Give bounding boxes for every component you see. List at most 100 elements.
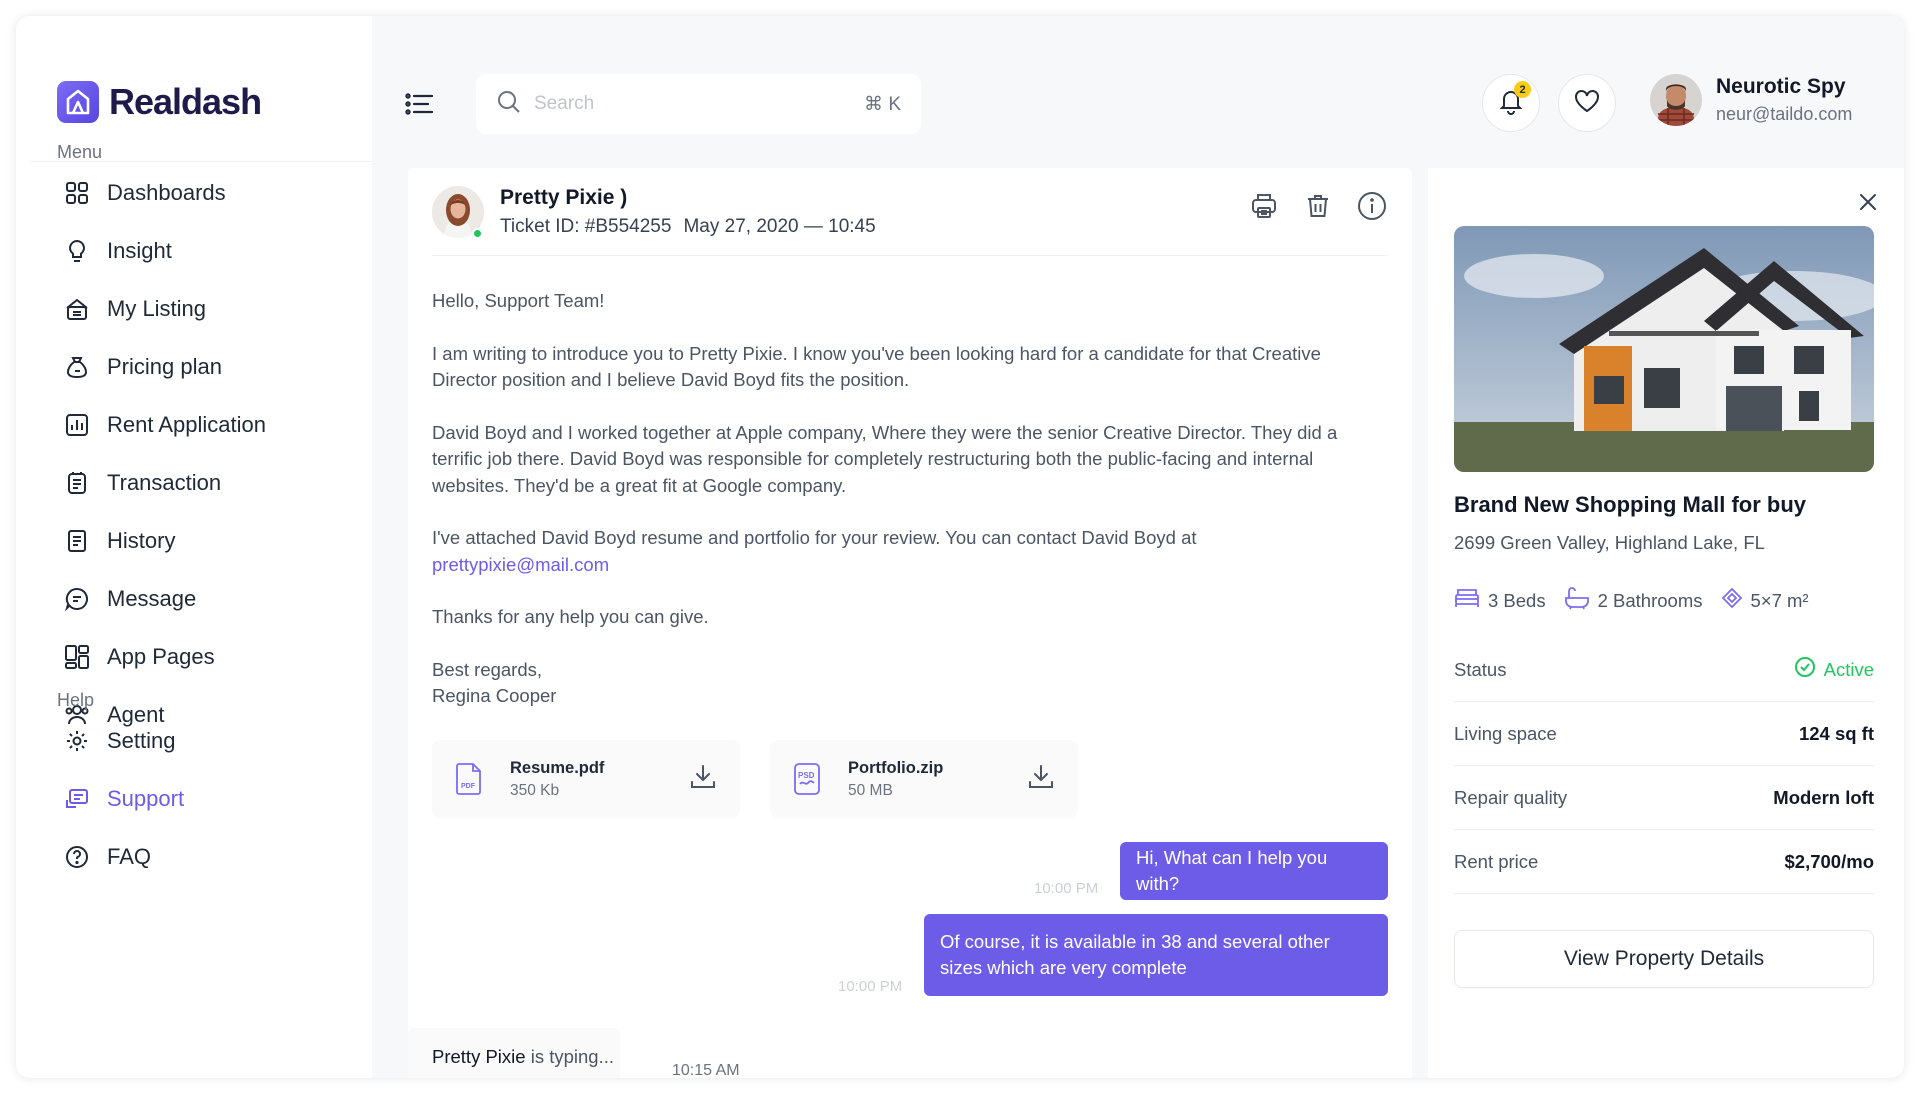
layout-icon — [63, 643, 91, 671]
sidebar-item-label: Setting — [107, 728, 176, 753]
sidebar-item-rent-application[interactable]: Rent Application — [57, 396, 357, 454]
beds-label: 3 Beds — [1488, 589, 1546, 611]
sidebar-item-pricing-plan[interactable]: Pricing plan — [57, 338, 357, 396]
detail-row-repair-quality: Repair quality Modern loft — [1454, 766, 1874, 830]
email-greeting: Hello, Support Team! — [432, 290, 605, 311]
sidebar-item-my-listing[interactable]: My Listing — [57, 280, 357, 338]
contact-email-link[interactable]: prettypixie@mail.com — [432, 554, 609, 575]
info-button[interactable] — [1356, 190, 1388, 227]
attachment-item[interactable]: PDF Resume.pdf 350 Kb — [432, 740, 740, 818]
sidebar-item-label: FAQ — [107, 844, 152, 869]
sidebar-item-label: App Pages — [107, 644, 215, 669]
search-icon — [496, 89, 522, 120]
document-icon — [63, 527, 91, 555]
pdf-file-icon: PDF — [454, 762, 484, 796]
sidebar-item-setting[interactable]: Setting — [57, 712, 357, 770]
favorites-button[interactable] — [1558, 74, 1616, 132]
sidebar-item-label: Rent Application — [107, 412, 266, 437]
property-features: 3 Beds 2 Bathrooms 5×7 m² — [1454, 586, 1809, 615]
money-bag-icon — [63, 353, 91, 381]
sender-name: Pretty Pixie ) — [500, 186, 628, 209]
app-window: Realdash Menu Dashboards Insight My List… — [16, 16, 1904, 1078]
property-panel: Brand New Shopping Mall for buy 2699 Gre… — [1428, 168, 1904, 1078]
status-badge: Active — [1794, 656, 1874, 683]
email-paragraph: David Boyd and I worked together at Appl… — [432, 421, 1338, 496]
property-address: 2699 Green Valley, Highland Lake, FL — [1454, 532, 1765, 553]
notification-badge: 2 — [1514, 81, 1531, 98]
email-paragraph-text: I've attached David Boyd resume and port… — [432, 527, 1197, 548]
ticket-id: Ticket ID: #B554255 — [500, 216, 672, 237]
svg-text:PDF: PDF — [461, 783, 476, 790]
download-icon[interactable] — [688, 762, 718, 797]
email-thanks: Thanks for any help you can give. — [432, 606, 709, 627]
help-nav: Setting Support FAQ — [57, 712, 357, 886]
sidebar-item-app-pages[interactable]: App Pages — [57, 628, 357, 686]
brand-logo[interactable]: Realdash — [57, 81, 262, 123]
property-details: Status Active Living space 124 sq ft Rep… — [1454, 638, 1874, 894]
download-icon[interactable] — [1026, 762, 1056, 797]
sidebar-item-label: Insight — [107, 238, 172, 263]
info-icon — [1356, 190, 1388, 227]
user-name: Neurotic Spy — [1716, 75, 1846, 98]
email-paragraph: I've attached David Boyd resume and port… — [432, 525, 1388, 578]
notifications-button[interactable]: 2 — [1482, 74, 1540, 132]
question-icon — [63, 843, 91, 871]
heart-icon — [1573, 88, 1601, 119]
attachment-name: Resume.pdf — [510, 758, 605, 777]
brand-name: Realdash — [109, 81, 262, 122]
sidebar-item-message[interactable]: Message — [57, 570, 357, 628]
typing-name: Pretty Pixie — [432, 1046, 526, 1067]
support-icon — [63, 785, 91, 813]
sidebar-item-dashboards[interactable]: Dashboards — [57, 164, 357, 222]
bathtub-icon — [1564, 586, 1590, 615]
detail-label: Living space — [1454, 722, 1557, 744]
sidebar-item-label: History — [107, 528, 176, 553]
sidebar-item-transaction[interactable]: Transaction — [57, 454, 357, 512]
delete-button[interactable] — [1302, 192, 1334, 224]
sidebar-item-label: My Listing — [107, 296, 207, 321]
search-bar[interactable]: Search ⌘ K — [476, 74, 921, 134]
detail-row-status: Status Active — [1454, 638, 1874, 702]
user-email: neur@taildo.com — [1716, 104, 1853, 124]
message-time: 10:00 PM — [838, 978, 903, 995]
detail-label: Repair quality — [1454, 786, 1568, 808]
list-menu-icon — [404, 91, 436, 122]
chat-message-bubble: Of course, it is available in 38 and sev… — [924, 914, 1388, 996]
property-title: Brand New Shopping Mall for buy — [1454, 492, 1806, 517]
svg-text:PSD: PSD — [798, 771, 815, 780]
sidebar-item-history[interactable]: History — [57, 512, 357, 570]
feature-area: 5×7 m² — [1721, 586, 1809, 615]
online-status-dot — [472, 228, 483, 239]
bathrooms-label: 2 Bathrooms — [1597, 589, 1703, 611]
logo-icon — [57, 81, 99, 123]
search-input[interactable]: Search — [534, 93, 864, 115]
bed-icon — [1454, 587, 1480, 614]
ticket-info: Ticket ID: #B554255 May 27, 2020 — 10:45 — [500, 216, 876, 238]
lightbulb-icon — [63, 237, 91, 265]
grid-icon — [63, 179, 91, 207]
printer-icon — [1249, 191, 1279, 226]
chat-message-bubble: Hi, What can I help you with? — [1120, 842, 1388, 900]
sidebar-item-insight[interactable]: Insight — [57, 222, 357, 280]
property-image[interactable] — [1454, 226, 1874, 472]
main-nav: Dashboards Insight My Listing Pricing pl… — [57, 164, 357, 744]
sidebar-item-support[interactable]: Support — [57, 770, 357, 828]
chat-icon — [63, 585, 91, 613]
sidebar-item-label: Pricing plan — [107, 354, 222, 379]
user-profile[interactable]: Neurotic Spy neur@taildo.com — [1650, 74, 1852, 126]
view-property-details-button[interactable]: View Property Details — [1454, 930, 1874, 988]
sidebar: Realdash Menu Dashboards Insight My List… — [16, 16, 372, 1078]
email-paragraph: I am writing to introduce you to Pretty … — [432, 342, 1321, 391]
print-button[interactable] — [1248, 192, 1280, 224]
email-signature: Regina Cooper — [432, 685, 557, 706]
close-button[interactable] — [1856, 192, 1880, 216]
bar-chart-icon — [63, 411, 91, 439]
typing-time: 10:15 AM — [672, 1062, 740, 1078]
sidebar-item-label: Support — [107, 786, 185, 811]
attachment-item[interactable]: PSD Portfolio.zip 50 MB — [770, 740, 1078, 818]
menu-toggle-button[interactable] — [402, 88, 438, 124]
detail-label: Status — [1454, 658, 1507, 680]
email-body: Hello, Support Team! I am writing to int… — [432, 288, 1388, 710]
feature-beds: 3 Beds — [1454, 586, 1546, 615]
sidebar-item-faq[interactable]: FAQ — [57, 828, 357, 886]
